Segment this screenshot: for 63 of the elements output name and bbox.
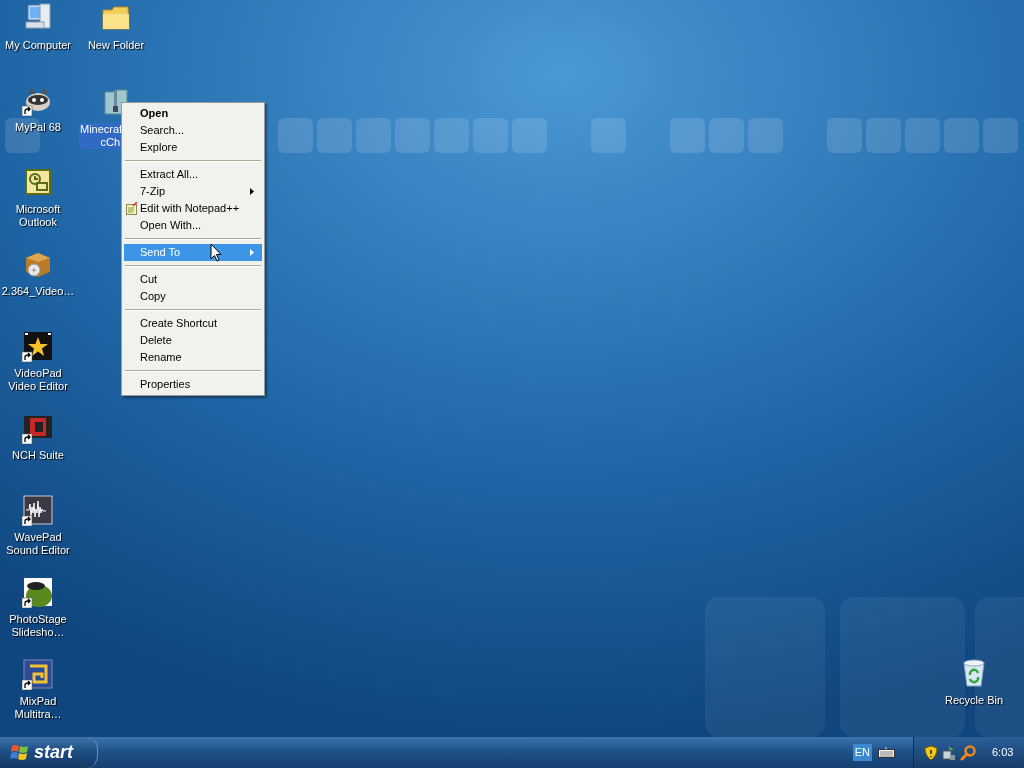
wallpaper-tile [827,118,862,153]
windows-logo-icon [10,743,30,762]
icon-label[interactable]: PhotoStage Slidesho… [0,613,76,639]
menu-item[interactable]: Open With... [124,217,262,234]
wallpaper-tile [473,118,508,153]
icon-label[interactable]: Recycle Bin [944,694,1004,707]
wallpaper-tile [395,118,430,153]
submenu-arrow-icon [250,249,254,256]
wallpaper-tile [591,118,626,153]
shortcut-arrow-icon [22,351,33,362]
icon-label[interactable]: 2.364_Video… [1,285,75,298]
menu-item[interactable]: Explore [124,139,262,156]
menu-item[interactable]: Copy [124,288,262,305]
shield-icon[interactable] [924,744,938,761]
desktop-icon[interactable] [22,330,54,362]
wallpaper-tile [944,118,979,153]
start-button[interactable]: start [0,737,98,768]
icon-label[interactable]: My Computer [5,39,71,52]
shortcut-arrow-icon [22,105,33,116]
wallpaper-tile [748,118,783,153]
wallpaper-tile [983,118,1018,153]
wallpaper-tile [278,118,313,153]
language-indicator[interactable]: EN [852,744,872,761]
search-icon[interactable] [960,744,976,761]
menu-item[interactable]: Rename [124,349,262,366]
shortcut-arrow-icon [22,433,33,444]
shortcut-arrow-icon [22,597,33,608]
menu-item[interactable]: Cut [124,271,262,288]
wallpaper-tile [905,118,940,153]
wallpaper-tile [866,118,901,153]
icon-label[interactable]: VideoPad Video Editor [0,367,76,393]
menu-item[interactable]: Properties [124,376,262,393]
keyboard-icon[interactable] [878,747,895,758]
icon-label[interactable]: Minecraf cCh [79,123,121,149]
desktop-icon[interactable] [22,494,54,526]
wallpaper-tile [670,118,705,153]
clock[interactable]: 6:03 [992,744,1014,761]
icon-label[interactable]: MixPad Multitra… [0,695,76,721]
desktop-icon[interactable] [22,658,54,690]
submenu-arrow-icon [250,188,254,195]
network-icon[interactable] [942,744,956,761]
menu-item[interactable]: Open [124,105,262,122]
menu-item[interactable]: Create Shortcut [124,315,262,332]
icon-label[interactable]: Microsoft Outlook [0,203,76,229]
shortcut-arrow-icon [22,679,33,690]
icon-label[interactable]: NCH Suite [12,449,64,462]
wallpaper-tile [434,118,469,153]
shortcut-arrow-icon [22,515,33,526]
menu-item[interactable]: 7-Zip [124,183,262,200]
menu-item[interactable]: Search... [124,122,262,139]
wallpaper-tile [709,118,744,153]
notepad-icon [126,202,138,215]
desktop-icon[interactable] [22,576,54,608]
icon-label[interactable]: WavePad Sound Editor [0,531,76,557]
wallpaper-tile [356,118,391,153]
menu-item[interactable]: Delete [124,332,262,349]
menu-item[interactable]: Edit with Notepad++ [124,200,262,217]
menu-item[interactable]: Extract All... [124,166,262,183]
wallpaper-tile [512,118,547,153]
icon-label[interactable]: New Folder [87,39,145,52]
wallpaper-tile [317,118,352,153]
cursor-icon [210,243,222,262]
icon-label[interactable]: MyPal 68 [15,121,61,134]
